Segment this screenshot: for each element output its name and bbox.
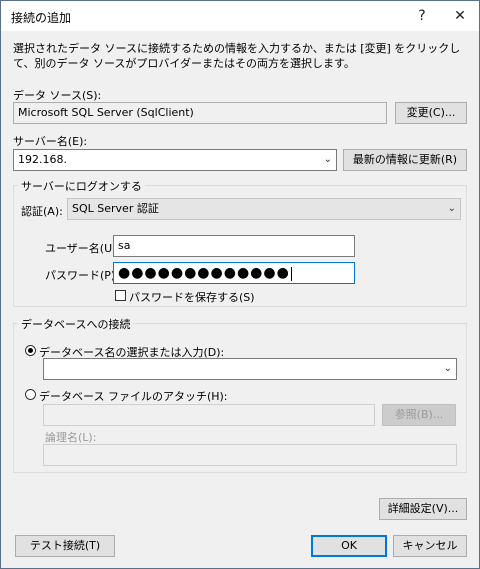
server-name-label: サーバー名(E): <box>13 135 88 148</box>
browse-button[interactable]: 参照(B)... <box>382 404 456 426</box>
attach-database-radio[interactable] <box>25 389 36 400</box>
chevron-down-icon: ⌄ <box>447 203 456 214</box>
auth-label: 認証(A): <box>21 205 63 218</box>
logical-name-input[interactable] <box>43 444 457 466</box>
logon-group-label: サーバーにログオンする <box>18 178 145 194</box>
change-button[interactable]: 変更(C)... <box>395 102 467 124</box>
advanced-button[interactable]: 詳細設定(V)... <box>379 498 467 520</box>
attach-file-input[interactable] <box>43 404 375 426</box>
window-title: 接続の追加 <box>11 11 72 25</box>
chevron-down-icon[interactable]: ⌄ <box>324 150 332 170</box>
password-input[interactable]: ●●●●●●●●●●●●● <box>113 262 355 284</box>
radio-selected-dot <box>28 348 33 353</box>
database-name-combobox[interactable]: ⌄ <box>43 358 457 380</box>
auth-dropdown[interactable]: SQL Server 認証 ⌄ <box>67 198 461 220</box>
chevron-down-icon[interactable]: ⌄ <box>444 359 452 379</box>
select-database-radio[interactable] <box>25 345 36 356</box>
ok-button[interactable]: OK <box>311 535 387 557</box>
save-password-checkbox[interactable] <box>115 290 126 301</box>
title-bar: 接続の追加 ? ✕ <box>1 1 479 31</box>
help-icon[interactable]: ? <box>407 4 437 28</box>
username-value: sa <box>118 239 131 252</box>
attach-database-label[interactable]: データベース ファイルのアタッチ(H): <box>39 388 228 404</box>
password-label: パスワード(P): <box>45 269 119 282</box>
text-caret <box>290 267 292 281</box>
database-group-label: データベースへの接続 <box>18 316 134 332</box>
data-source-value: Microsoft SQL Server (SqlClient) <box>18 106 194 119</box>
description-text: 選択されたデータ ソースに接続するための情報を入力するか、または [変更] をク… <box>13 42 461 70</box>
username-label: ユーザー名(U): <box>45 242 121 255</box>
test-connection-button[interactable]: テスト接続(T) <box>15 535 115 557</box>
server-name-value: 192.168. <box>18 153 67 166</box>
auth-value: SQL Server 認証 <box>72 202 159 215</box>
add-connection-dialog: 接続の追加 ? ✕ 選択されたデータ ソースに接続するための情報を入力するか、ま… <box>0 0 480 569</box>
data-source-label: データ ソース(S): <box>13 89 102 102</box>
save-password-label[interactable]: パスワードを保存する(S) <box>129 289 255 305</box>
data-source-field: Microsoft SQL Server (SqlClient) <box>13 102 387 124</box>
username-input[interactable]: sa <box>113 235 355 257</box>
logical-name-label: 論理名(L): <box>45 431 97 444</box>
server-name-combobox[interactable]: 192.168. ⌄ <box>13 149 337 171</box>
refresh-button[interactable]: 最新の情報に更新(R) <box>343 149 467 171</box>
password-value: ●●●●●●●●●●●●● <box>118 265 290 281</box>
cancel-button[interactable]: キャンセル <box>393 535 467 557</box>
close-icon[interactable]: ✕ <box>445 4 475 28</box>
